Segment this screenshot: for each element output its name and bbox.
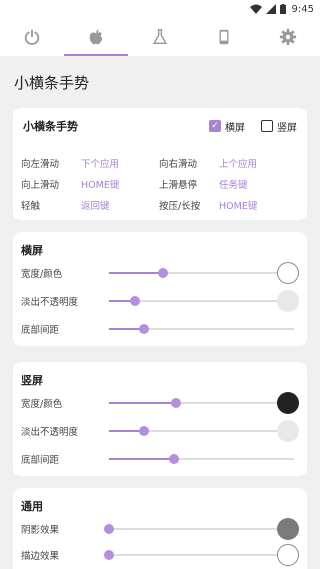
gesture-action[interactable]: HOME键 — [81, 177, 159, 191]
gesture-card: 小横条手势 ✓ 横屏 竖屏 向左滑动 下个应用 向右滑动 上个应用 向上滑动 H… — [13, 108, 307, 220]
gesture-label: 向右滑动 — [159, 158, 198, 170]
gesture-row: 向左滑动 下个应用 向右滑动 上个应用 — [21, 152, 299, 173]
shadow-row: 阴影效果 — [21, 518, 299, 540]
shadow-label: 阴影效果 — [21, 525, 60, 536]
portrait-fade-slider[interactable] — [109, 426, 294, 436]
slider-thumb[interactable] — [129, 296, 140, 306]
portrait-width-slider[interactable] — [109, 398, 294, 408]
border-label: 描边效果 — [21, 551, 60, 562]
slider-thumb[interactable] — [170, 398, 181, 408]
slider-thumb[interactable] — [157, 268, 168, 278]
portrait-margin-row: 底部间距 — [21, 452, 299, 466]
slider-thumb[interactable] — [104, 524, 114, 534]
portrait-title: 竖屏 — [21, 374, 43, 387]
landscape-margin-slider[interactable] — [109, 324, 294, 334]
page-title: 小横条手势 — [0, 56, 320, 108]
gesture-row: 轻触 返回键 按压/长按 HOME键 — [21, 194, 299, 215]
phone-icon — [219, 29, 229, 45]
landscape-checkbox-label: 横屏 — [225, 122, 245, 134]
landscape-card: 横屏 宽度/颜色 淡出不透明度 底部间距 — [13, 232, 307, 346]
wifi-icon — [249, 4, 262, 14]
landscape-checkbox[interactable]: ✓ 横屏 — [209, 119, 245, 134]
checkbox-unchecked-icon — [261, 120, 273, 132]
gesture-card-title: 小横条手势 — [23, 120, 78, 133]
battery-icon — [279, 4, 286, 14]
portrait-width-row: 宽度/颜色 — [21, 392, 299, 414]
gesture-label: 按压/长按 — [159, 200, 201, 212]
signal-icon — [265, 4, 276, 14]
fade-opacity-label: 淡出不透明度 — [21, 297, 79, 308]
slider-thumb[interactable] — [139, 426, 150, 436]
tab-lab[interactable] — [128, 18, 192, 56]
gesture-row: 向上滑动 HOME键 上滑悬停 任务键 — [21, 173, 299, 194]
width-color-label: 宽度/颜色 — [21, 399, 63, 410]
bottom-margin-label: 底部间距 — [21, 325, 60, 336]
portrait-checkbox[interactable]: 竖屏 — [261, 119, 297, 134]
gesture-label: 向上滑动 — [21, 179, 60, 191]
border-color-swatch[interactable] — [277, 544, 299, 566]
landscape-color-swatch[interactable] — [277, 262, 299, 284]
shadow-color-swatch[interactable] — [277, 518, 299, 540]
landscape-fade-swatch[interactable] — [277, 290, 299, 312]
portrait-fade-swatch[interactable] — [277, 420, 299, 442]
landscape-width-row: 宽度/颜色 — [21, 262, 299, 284]
tab-power[interactable] — [0, 18, 64, 56]
gesture-action[interactable]: 上个应用 — [219, 156, 297, 170]
checkbox-checked-icon: ✓ — [209, 120, 221, 132]
landscape-width-slider[interactable] — [109, 268, 294, 278]
border-slider[interactable] — [104, 550, 294, 560]
tab-device[interactable] — [192, 18, 256, 56]
portrait-checkbox-label: 竖屏 — [277, 122, 297, 134]
bottom-margin-label: 底部间距 — [21, 455, 60, 466]
flask-icon — [152, 29, 168, 45]
border-row: 描边效果 — [21, 544, 299, 566]
status-time: 9:45 — [291, 3, 314, 15]
status-bar: 9:45 — [0, 0, 320, 18]
apple-icon — [89, 29, 103, 45]
landscape-fade-row: 淡出不透明度 — [21, 290, 299, 312]
landscape-margin-row: 底部间距 — [21, 322, 299, 336]
gesture-action[interactable]: 返回键 — [81, 198, 159, 212]
gesture-action[interactable]: 下个应用 — [81, 156, 159, 170]
shadow-slider[interactable] — [104, 524, 294, 534]
landscape-fade-slider[interactable] — [109, 296, 294, 306]
portrait-fade-row: 淡出不透明度 — [21, 420, 299, 442]
portrait-color-swatch[interactable] — [277, 392, 299, 414]
tab-bar — [0, 18, 320, 56]
slider-thumb[interactable] — [168, 454, 179, 464]
tab-settings[interactable] — [256, 18, 320, 56]
general-title: 通用 — [21, 500, 43, 513]
gesture-action[interactable]: HOME键 — [219, 198, 297, 212]
power-icon — [24, 29, 40, 45]
slider-thumb[interactable] — [104, 550, 114, 560]
general-card: 通用 阴影效果 描边效果 — [13, 488, 307, 569]
gesture-action[interactable]: 任务键 — [219, 177, 297, 191]
gesture-label: 上滑悬停 — [159, 179, 198, 191]
width-color-label: 宽度/颜色 — [21, 269, 63, 280]
slider-thumb[interactable] — [139, 324, 150, 334]
portrait-card: 竖屏 宽度/颜色 淡出不透明度 底部间距 — [13, 362, 307, 476]
portrait-margin-slider[interactable] — [109, 454, 294, 464]
fade-opacity-label: 淡出不透明度 — [21, 427, 79, 438]
gesture-label: 向左滑动 — [21, 158, 60, 170]
tab-apple[interactable] — [64, 18, 128, 56]
landscape-title: 横屏 — [21, 244, 43, 257]
gesture-label: 轻触 — [21, 200, 41, 212]
gear-icon — [279, 28, 297, 46]
